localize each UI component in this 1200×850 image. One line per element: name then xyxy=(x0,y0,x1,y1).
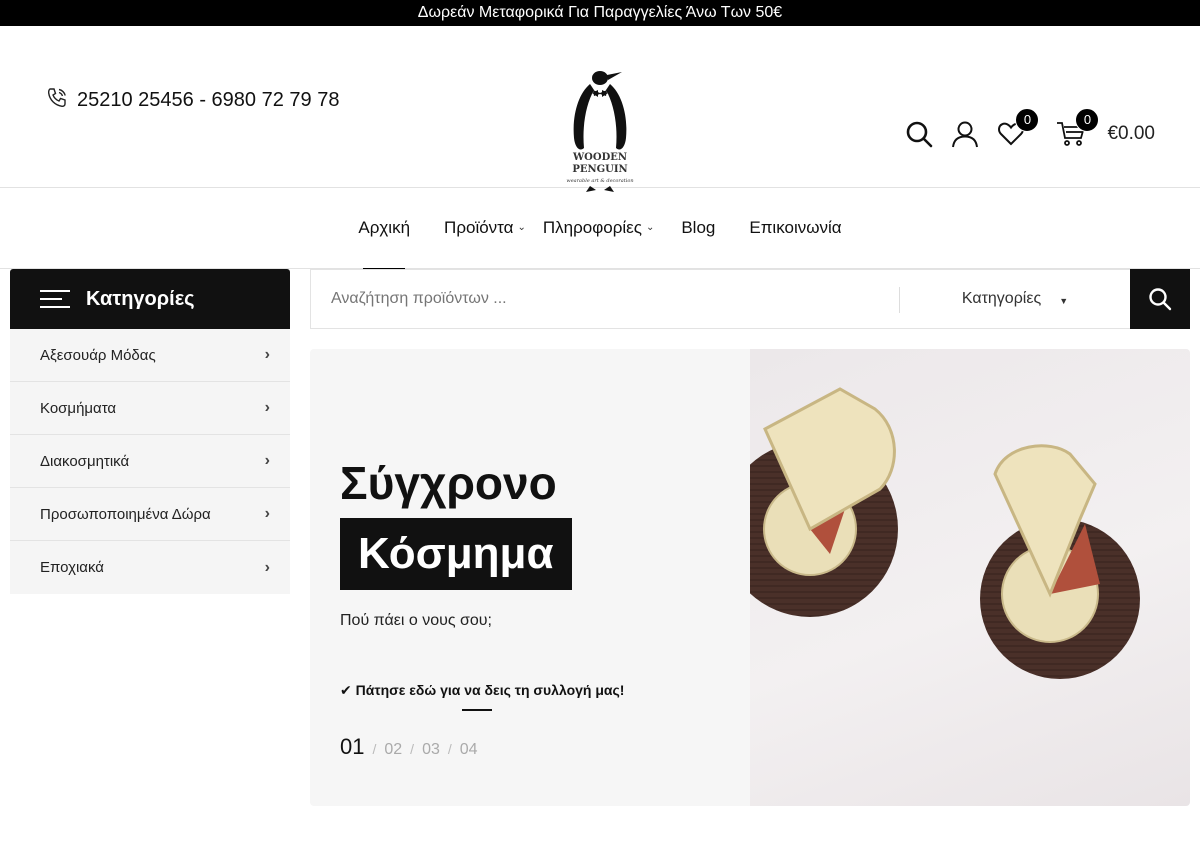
pagination-separator: / xyxy=(410,741,415,757)
caret-down-icon: ▼ xyxy=(1059,296,1069,306)
nav-item-products[interactable]: Προϊόντα ⌄ xyxy=(427,188,543,269)
slide-page-3[interactable]: 03 xyxy=(422,741,440,759)
hero-title-line1: Σύγχρονο xyxy=(340,457,557,509)
nav-item-blog[interactable]: Blog xyxy=(671,188,732,269)
cart-total[interactable]: €0.00 xyxy=(1107,123,1155,145)
main-content: Κατηγορίες Αξεσουάρ Μόδας › Κοσμήματα › Δι… xyxy=(0,269,1200,849)
chevron-right-icon: › xyxy=(264,558,270,576)
search-button[interactable] xyxy=(1130,269,1190,329)
category-item[interactable]: Κοσμήματα › xyxy=(10,382,290,435)
search-icon[interactable] xyxy=(903,118,935,150)
phone-contact[interactable]: 25210 25456 - 6980 72 79 78 xyxy=(45,86,345,111)
slide-page-2[interactable]: 02 xyxy=(384,741,402,759)
chevron-right-icon: › xyxy=(264,399,270,416)
category-item[interactable]: Εποχιακά › xyxy=(10,541,290,594)
nav-label-home: Αρχική xyxy=(358,218,411,237)
cart-count-badge: 0 xyxy=(1075,108,1100,132)
slide-page-4[interactable]: 04 xyxy=(460,741,478,759)
chevron-right-icon: › xyxy=(264,346,270,363)
promo-text: Δωρεάν Μεταφορικά Για Παραγγελίες Άνω Τω… xyxy=(417,4,783,21)
slider-pagination: 01 / 02 / 03 / 04 xyxy=(340,734,478,760)
wishlist-count-badge: 0 xyxy=(1015,108,1040,132)
phone-number: 25210 25456 - 6980 72 79 78 xyxy=(77,89,340,111)
category-label: Αξεσουάρ Μόδας xyxy=(40,346,156,364)
phone-icon xyxy=(47,88,66,108)
logo-text-3: wearable art & decoration xyxy=(566,178,633,184)
category-label: Διακοσμητικά xyxy=(40,452,130,470)
categories-header[interactable]: Κατηγορίες xyxy=(10,269,290,329)
category-item[interactable]: Διακοσμητικά › xyxy=(10,435,290,488)
hero-text: Σύγχρονο Κόσμημα Πού πάει ο νους σου; ✔ … xyxy=(340,454,624,711)
cart-icon[interactable]: 0 xyxy=(1055,108,1100,150)
slide-page-1[interactable]: 01 xyxy=(340,734,364,760)
nav-label-contact: Επικοινωνία xyxy=(749,218,842,237)
nav-item-home[interactable]: Αρχική xyxy=(341,188,427,270)
categories-title: Κατηγορίες xyxy=(86,287,195,310)
categories-list: Αξεσουάρ Μόδας › Κοσμήματα › Διακοσμητικά ›… xyxy=(10,329,290,594)
category-item[interactable]: Προσωποποιημένα Δώρα › xyxy=(10,488,290,541)
category-item[interactable]: Αξεσουάρ Μόδας › xyxy=(10,329,290,382)
hero-cta-underline xyxy=(462,709,492,711)
search-icon xyxy=(1149,288,1172,311)
category-label: Κοσμήματα xyxy=(40,399,117,417)
nav-label-blog: Blog xyxy=(681,218,716,237)
site-logo[interactable]: WOODEN PENGUIN wearable art & decoration xyxy=(560,66,640,201)
header-actions: 0 0 €0.00 xyxy=(903,108,1155,152)
nav-label-products: Προϊόντα xyxy=(444,218,514,237)
chevron-right-icon: › xyxy=(264,452,270,469)
pagination-separator: / xyxy=(372,741,377,757)
search-category-select[interactable]: Κατηγορίες ▼ xyxy=(900,270,1130,328)
user-account-icon[interactable] xyxy=(949,118,981,150)
category-label: Προσωποποιημένα Δώρα xyxy=(40,505,211,523)
hero-subtitle: Πού πάει ο νους σου; xyxy=(340,612,492,629)
main-navigation: Αρχική Προϊόντα ⌄ Πληροφορίες ⌄ Blog Επικο… xyxy=(0,188,1200,270)
logo-text-2: PENGUIN xyxy=(572,164,627,175)
pagination-separator: / xyxy=(447,741,452,757)
hero-slider: Σύγχρονο Κόσμημα Πού πάει ο νους σου; ✔ … xyxy=(310,349,1190,806)
nav-item-contact[interactable]: Επικοινωνία xyxy=(732,188,858,269)
chevron-down-icon: ⌄ xyxy=(645,222,655,233)
chevron-right-icon: › xyxy=(264,505,270,522)
chevron-down-icon: ⌄ xyxy=(517,222,526,233)
promo-bar: Δωρεάν Μεταφορικά Για Παραγγελίες Άνω Τω… xyxy=(0,0,1200,26)
product-search-bar: Κατηγορίες ▼ xyxy=(310,269,1190,329)
site-header: 25210 25456 - 6980 72 79 78 WOODEN PENGU… xyxy=(0,26,1200,192)
search-input[interactable] xyxy=(311,270,899,328)
category-label: Εποχιακά xyxy=(40,559,104,576)
search-category-label: Κατηγορίες xyxy=(961,290,1042,307)
hero-title-line2: Κόσμημα xyxy=(340,518,572,590)
hero-earrings-image xyxy=(722,349,1190,806)
wishlist-icon[interactable]: 0 xyxy=(995,108,1040,150)
menu-icon xyxy=(40,290,70,308)
nav-item-info[interactable]: Πληροφορίες ⌄ xyxy=(543,188,671,269)
logo-text-1: WOODEN xyxy=(572,152,627,163)
nav-label-info: Πληροφορίες xyxy=(542,218,642,237)
penguin-logo-icon: WOODEN PENGUIN wearable art & decoration xyxy=(566,71,634,192)
hero-cta-link[interactable]: ✔ Πάτησε εδώ για να δεις τη συλλογή μας! xyxy=(340,682,624,699)
